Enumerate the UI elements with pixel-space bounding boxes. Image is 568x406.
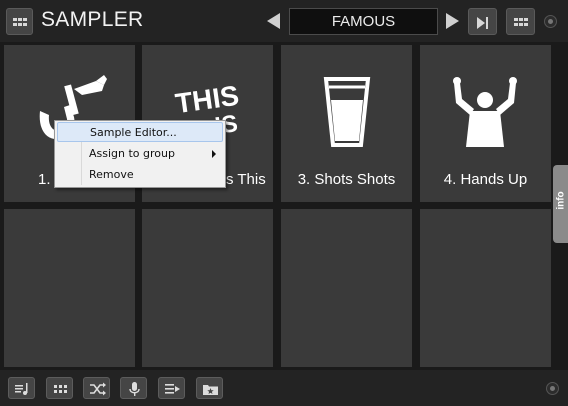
sample-pad-8[interactable] <box>420 209 551 367</box>
sample-pad-5[interactable] <box>4 209 135 367</box>
header-knob[interactable] <box>544 15 557 28</box>
shuffle-button[interactable] <box>83 377 110 399</box>
pad-label: 4. Hands Up <box>443 171 528 188</box>
menu-item-label: Remove <box>89 168 134 181</box>
menu-item-label: Sample Editor... <box>90 126 177 139</box>
sampler-panel: SAMPLER FAMOUS 1. THIS IS s This 3. Shot… <box>0 0 568 406</box>
menu-item-label: Assign to group <box>89 147 175 160</box>
next-bank-button[interactable] <box>446 13 459 29</box>
list-arrow-icon <box>165 384 180 394</box>
pad-grid-icon <box>54 385 67 393</box>
pad-grid-button[interactable] <box>46 377 73 399</box>
shot-glass-icon <box>323 77 371 147</box>
sample-pad-6[interactable] <box>142 209 273 367</box>
microphone-button[interactable] <box>120 377 147 399</box>
pad-label: 1. <box>38 171 51 188</box>
menu-item-remove[interactable]: Remove <box>57 165 223 185</box>
skip-icon <box>477 17 485 29</box>
bank-name-display[interactable]: FAMOUS <box>289 8 438 35</box>
panel-title: SAMPLER <box>41 8 144 31</box>
folder-star-icon <box>203 385 218 395</box>
bottom-toolbar <box>0 370 568 406</box>
sampler-header: SAMPLER FAMOUS <box>0 0 568 42</box>
submenu-arrow-icon <box>212 150 216 158</box>
music-note-list-icon <box>15 383 28 395</box>
sampler-menu-button[interactable] <box>6 8 33 35</box>
sample-pad-7[interactable] <box>281 209 412 367</box>
pad-context-menu: Sample Editor... Assign to group Remove <box>54 120 226 188</box>
pad-label: 3. Shots Shots <box>297 171 396 188</box>
pad-label: s This <box>226 171 266 188</box>
shuffle-icon <box>90 382 106 396</box>
info-tab-label: info <box>555 191 567 210</box>
grid-icon <box>514 18 528 27</box>
sample-pad-3[interactable]: 3. Shots Shots <box>281 45 412 202</box>
list-arrow-button[interactable] <box>158 377 185 399</box>
playlist-button[interactable] <box>8 377 35 399</box>
microphone-icon <box>129 382 140 396</box>
hands-up-person-icon <box>453 77 517 147</box>
menu-item-sample-editor[interactable]: Sample Editor... <box>57 122 223 142</box>
skip-button[interactable] <box>468 8 497 35</box>
pad-view-button[interactable] <box>506 8 535 35</box>
footer-knob[interactable] <box>546 382 559 395</box>
info-tab[interactable]: info <box>553 165 568 243</box>
sample-pad-4[interactable]: 4. Hands Up <box>420 45 551 202</box>
grid-icon <box>13 18 27 27</box>
menu-item-assign-to-group[interactable]: Assign to group <box>57 144 223 164</box>
pad-grid: 1. THIS IS s This 3. Shots Shots 4. Hand… <box>0 42 556 370</box>
folder-star-button[interactable] <box>196 377 223 399</box>
previous-bank-button[interactable] <box>267 13 280 29</box>
